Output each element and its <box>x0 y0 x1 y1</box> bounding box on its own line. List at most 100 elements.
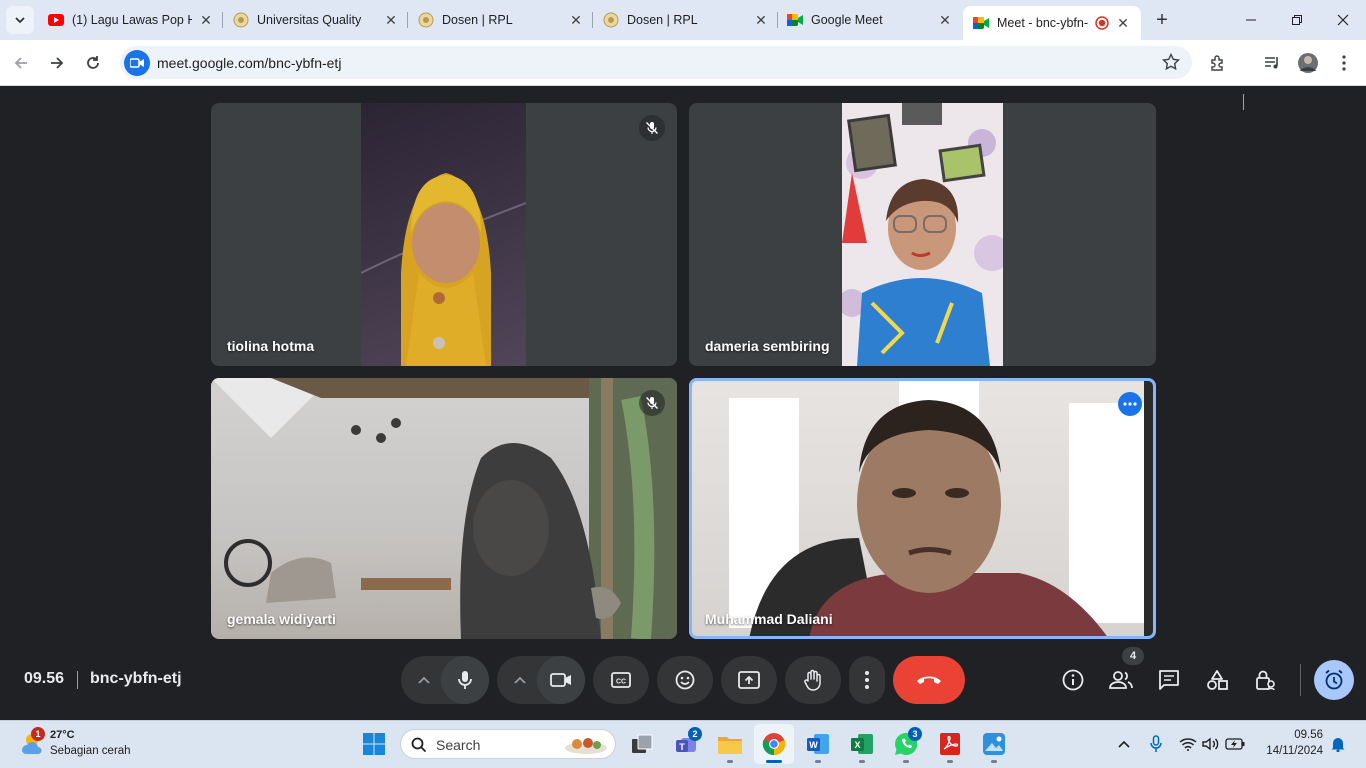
tray-microphone[interactable] <box>1145 734 1167 754</box>
hand-icon <box>804 669 821 691</box>
tab-dosen-rpl-2[interactable]: Dosen | RPL ✕ <box>603 6 769 34</box>
chat-icon <box>1159 670 1179 690</box>
participant-name: gemala widiyarti <box>227 611 336 627</box>
tab-close-icon[interactable]: ✕ <box>383 12 399 28</box>
tab-title: Google Meet <box>811 13 883 27</box>
participant-tile[interactable]: gemala widiyarti <box>211 378 677 639</box>
audio-settings-button[interactable] <box>404 656 444 704</box>
timer-button[interactable] <box>1314 660 1354 700</box>
clock-date[interactable]: 14/11/2024 <box>1266 745 1323 757</box>
chrome-menu-button[interactable] <box>1329 48 1359 78</box>
forward-button[interactable] <box>42 48 72 78</box>
word-app[interactable]: W <box>798 724 838 764</box>
participant-tile[interactable]: tiolina hotma <box>211 103 677 366</box>
tab-meet-active[interactable]: Meet - bnc-ybfn- ✕ <box>963 6 1141 40</box>
people-button[interactable] <box>1105 664 1137 696</box>
microphone-button[interactable] <box>441 656 489 704</box>
chevron-up-icon <box>1118 740 1130 748</box>
minimize-icon <box>1246 19 1256 21</box>
folder-icon <box>718 737 742 754</box>
photos-app[interactable] <box>974 724 1014 764</box>
chat-button[interactable] <box>1153 664 1185 696</box>
profile-avatar[interactable] <box>1293 48 1323 78</box>
tab-google-meet[interactable]: Google Meet ✕ <box>787 6 953 34</box>
close-icon <box>1337 14 1349 26</box>
participant-tile-active[interactable]: Muhammad Daliani <box>689 378 1156 639</box>
camera-icon[interactable] <box>124 50 150 76</box>
close-window-button[interactable] <box>1320 0 1366 40</box>
tab-title: Universitas Quality <box>257 13 362 27</box>
tab-search-button[interactable] <box>6 6 34 34</box>
participant-name: Muhammad Daliani <box>705 611 833 627</box>
meeting-details-button[interactable] <box>1057 664 1089 696</box>
chevron-up-icon <box>514 676 526 684</box>
new-tab-button[interactable]: + <box>1150 8 1174 32</box>
weather-temperature[interactable]: 27°C <box>50 729 75 741</box>
word-icon: W <box>807 734 829 754</box>
start-button[interactable] <box>354 724 394 764</box>
video-settings-button[interactable] <box>500 656 540 704</box>
tab-close-icon[interactable]: ✕ <box>198 12 214 28</box>
people-icon <box>1109 671 1133 689</box>
bookmark-star-icon[interactable] <box>1161 52 1181 76</box>
tray-wifi[interactable] <box>1177 734 1199 754</box>
more-vert-icon <box>865 671 869 689</box>
tab-dosen-rpl-1[interactable]: Dosen | RPL ✕ <box>418 6 584 34</box>
taskbar-search-box[interactable]: Search <box>400 729 616 759</box>
present-screen-button[interactable] <box>721 656 777 704</box>
chrome-app[interactable] <box>754 724 794 764</box>
minimize-button[interactable] <box>1228 0 1274 40</box>
microphone-icon <box>458 671 472 689</box>
reload-button[interactable] <box>78 48 108 78</box>
chevron-down-icon <box>15 17 25 24</box>
excel-app[interactable]: X <box>842 724 882 764</box>
tab-close-icon[interactable]: ✕ <box>568 12 584 28</box>
clock-time[interactable]: 09.56 <box>1294 729 1323 741</box>
raise-hand-button[interactable] <box>785 656 841 704</box>
show-hidden-icons-button[interactable] <box>1113 734 1135 754</box>
activities-button[interactable] <box>1201 664 1233 696</box>
more-options-button[interactable] <box>849 656 885 704</box>
captions-button[interactable]: CC <box>593 656 649 704</box>
participant-tile[interactable]: dameria sembiring <box>689 103 1156 366</box>
tray-battery[interactable] <box>1224 734 1246 754</box>
participant-video <box>842 103 1003 366</box>
media-control-button[interactable] <box>1257 48 1287 78</box>
tab-close-icon[interactable]: ✕ <box>753 12 769 28</box>
closed-captions-icon: CC <box>611 672 631 688</box>
camera-button[interactable] <box>537 656 585 704</box>
lock-person-icon <box>1256 670 1275 691</box>
whatsapp-badge: 3 <box>908 727 922 741</box>
file-explorer-app[interactable] <box>710 724 750 764</box>
back-button[interactable] <box>6 48 36 78</box>
address-bar[interactable]: meet.google.com/bnc-ybfn-etj <box>120 46 1192 79</box>
tab-close-icon[interactable]: ✕ <box>1115 15 1131 31</box>
acrobat-app[interactable] <box>930 724 970 764</box>
chrome-icon <box>762 733 786 756</box>
host-controls-button[interactable] <box>1249 664 1281 696</box>
task-view-button[interactable] <box>622 724 662 764</box>
notifications-button[interactable] <box>1327 734 1349 754</box>
reactions-button[interactable] <box>657 656 713 704</box>
shapes-icon <box>1207 670 1228 690</box>
youtube-icon <box>48 12 64 28</box>
puzzle-icon <box>1211 55 1223 71</box>
tab-title: Meet - bnc-ybfn- <box>997 16 1089 30</box>
tray-volume[interactable] <box>1200 734 1222 754</box>
tab-close-icon[interactable]: ✕ <box>937 12 953 28</box>
tile-more-options-button[interactable] <box>1118 392 1142 416</box>
svg-text:T: T <box>679 742 685 752</box>
tab-universitas-quality[interactable]: Universitas Quality ✕ <box>233 6 399 34</box>
microphone-icon <box>1150 735 1162 752</box>
participant-video <box>689 378 1156 639</box>
weather-description[interactable]: Sebagian cerah <box>50 745 131 757</box>
google-meet-icon <box>973 15 989 31</box>
extensions-button[interactable] <box>1203 48 1233 78</box>
alarm-clock-icon <box>1325 669 1343 690</box>
search-placeholder: Search <box>436 737 481 753</box>
leave-call-button[interactable] <box>893 656 965 704</box>
running-indicator <box>815 760 821 763</box>
restore-button[interactable] <box>1274 0 1320 40</box>
running-indicator <box>859 760 865 763</box>
tab-youtube[interactable]: (1) Lagu Lawas Pop H ✕ <box>48 6 214 34</box>
